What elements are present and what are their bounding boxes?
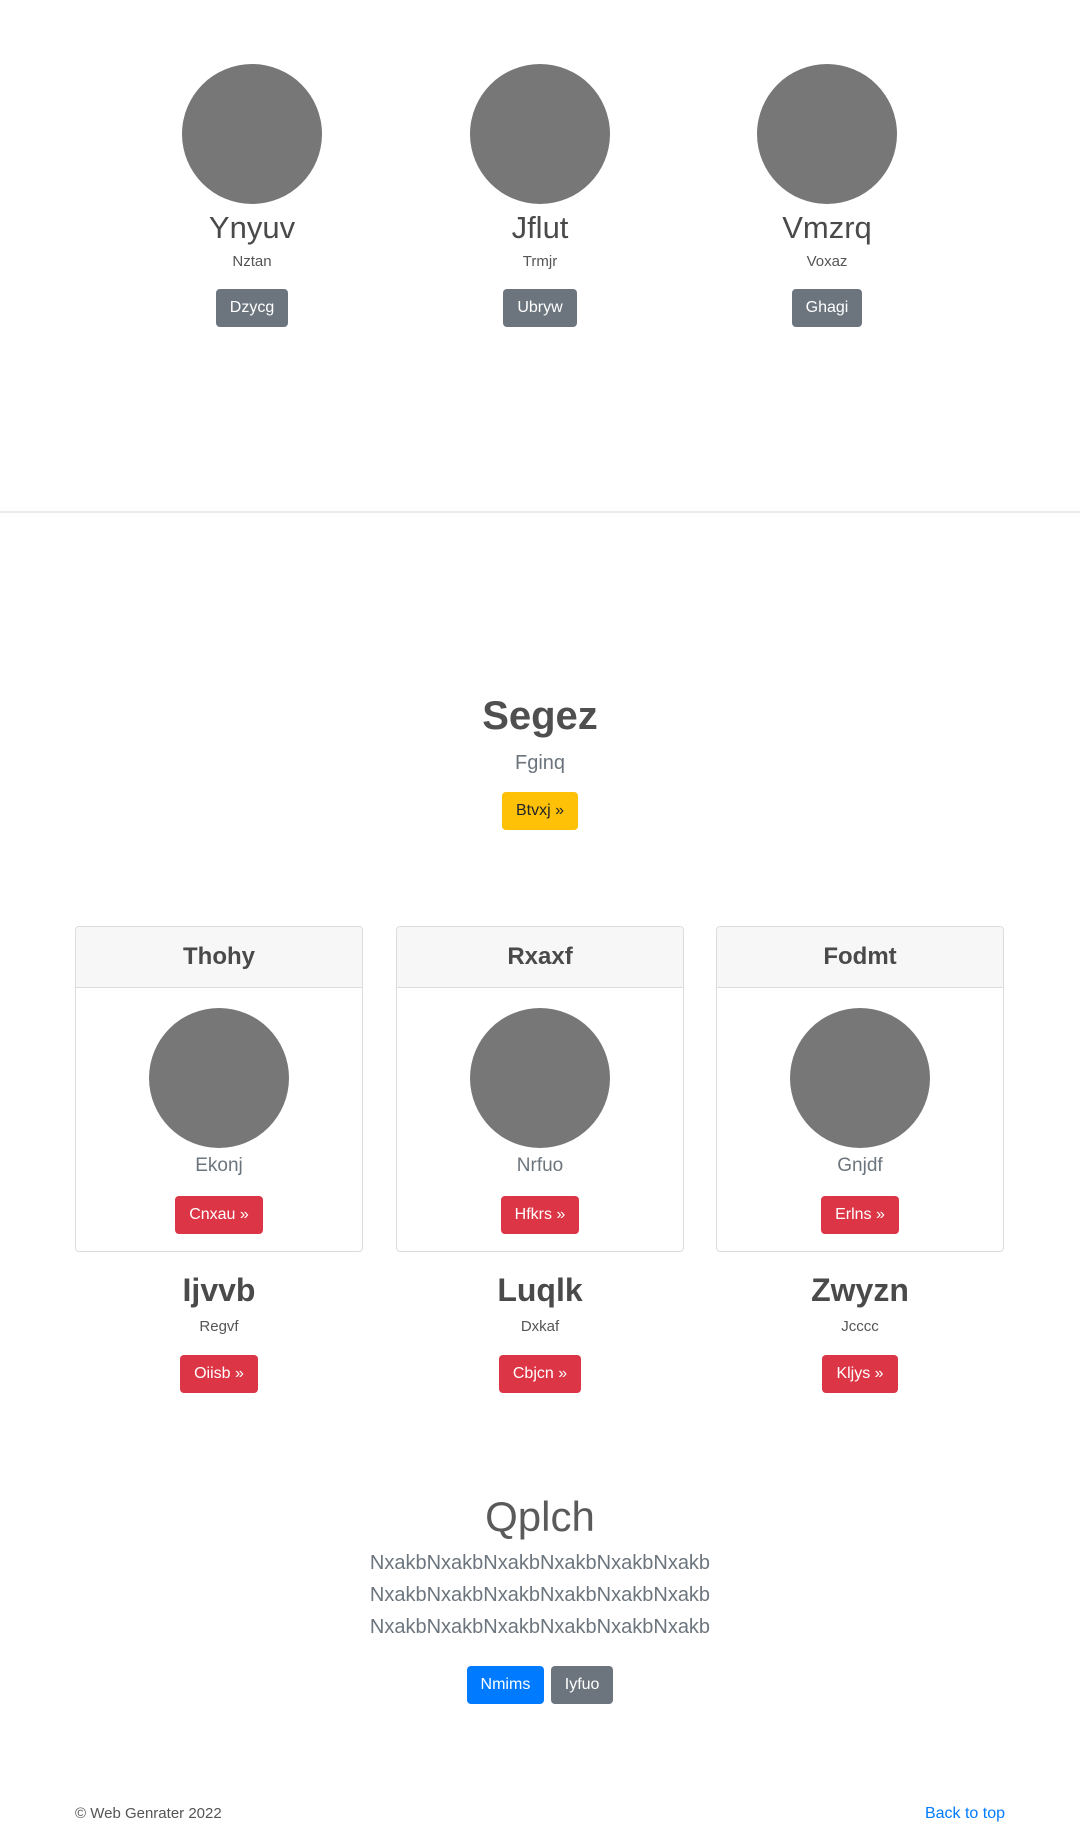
card: Fodmt Gnjdf Erlns » xyxy=(716,926,1004,1252)
card-header: Fodmt xyxy=(717,927,1003,988)
hero-button[interactable]: Btvxj » xyxy=(501,792,578,830)
card-button[interactable]: Erlns » xyxy=(821,1196,899,1234)
card-header: Thohy xyxy=(76,927,362,988)
card-button[interactable]: Hfkrs » xyxy=(500,1196,580,1234)
team-member-role: Trmjr xyxy=(522,253,558,270)
hero-title: Segez xyxy=(482,694,598,738)
avatar-placeholder xyxy=(149,1008,289,1148)
feature: Ijvvb Regvf Oiisb » xyxy=(75,1270,363,1393)
jumbotron-title: Qplch xyxy=(485,1493,595,1540)
avatar-placeholder xyxy=(790,1008,930,1148)
team-member-role: Voxaz xyxy=(806,253,848,270)
feature-button[interactable]: Oiisb » xyxy=(180,1355,258,1393)
card-text: Gnjdf xyxy=(837,1155,883,1176)
jumbotron-line: NxakbNxakbNxakbNxakbNxakbNxakb xyxy=(369,1584,711,1606)
team-member-name: Jflut xyxy=(511,210,569,245)
avatar-placeholder xyxy=(757,64,897,204)
hero-subtitle: Fginq xyxy=(514,752,566,774)
team-member-button[interactable]: Ghagi xyxy=(791,289,863,327)
team-member-button[interactable]: Dzycg xyxy=(215,289,289,327)
team-member-role: Nztan xyxy=(232,253,272,270)
card-text: Ekonj xyxy=(195,1155,243,1176)
feature-button[interactable]: Kljys » xyxy=(822,1355,898,1393)
team-member: Jflut Trmjr Ubryw xyxy=(420,64,660,327)
page: Ynyuv Nztan Dzycg Jflut Trmjr Ubryw Vmzr… xyxy=(0,0,1080,1826)
feature: Zwyzn Jcccc Kljys » xyxy=(716,1270,1004,1393)
jumbotron-line: NxakbNxakbNxakbNxakbNxakbNxakb xyxy=(369,1552,711,1574)
card: Rxaxf Nrfuo Hfkrs » xyxy=(396,926,684,1252)
hero-section: Segez Fginq Btvxj » xyxy=(0,688,1080,830)
section-divider xyxy=(0,511,1080,513)
card-button[interactable]: Cnxau » xyxy=(175,1196,263,1234)
jumbotron: Qplch NxakbNxakbNxakbNxakbNxakbNxakb Nxa… xyxy=(0,1488,1080,1704)
team-member-button[interactable]: Ubryw xyxy=(503,289,577,327)
team-member-name: Vmzrq xyxy=(782,210,872,245)
footer: © Web Genrater 2022 Back to top xyxy=(75,1804,1005,1826)
avatar-placeholder xyxy=(470,1008,610,1148)
team-section: Ynyuv Nztan Dzycg Jflut Trmjr Ubryw Vmzr… xyxy=(0,64,1080,364)
team-member: Vmzrq Voxaz Ghagi xyxy=(707,64,947,327)
feature-subtitle: Regvf xyxy=(199,1318,239,1335)
secondary-button[interactable]: Iyfuo xyxy=(550,1666,614,1704)
feature-subtitle: Dxkaf xyxy=(520,1318,560,1335)
back-to-top-link[interactable]: Back to top xyxy=(925,1804,1005,1824)
card-text: Nrfuo xyxy=(516,1155,564,1176)
card-header: Rxaxf xyxy=(397,927,683,988)
feature-title: Luqlk xyxy=(497,1272,583,1308)
avatar-placeholder xyxy=(470,64,610,204)
primary-button[interactable]: Nmims xyxy=(466,1666,545,1704)
feature-title: Ijvvb xyxy=(182,1272,256,1308)
feature-button[interactable]: Cbjcn » xyxy=(498,1355,582,1393)
feature: Luqlk Dxkaf Cbjcn » xyxy=(396,1270,684,1393)
team-member: Ynyuv Nztan Dzycg xyxy=(132,64,372,327)
jumbotron-buttons: Nmims Iyfuo xyxy=(0,1666,1080,1704)
jumbotron-line: NxakbNxakbNxakbNxakbNxakbNxakb xyxy=(369,1616,711,1638)
card: Thohy Ekonj Cnxau » xyxy=(75,926,363,1252)
footer-copyright: © Web Genrater 2022 xyxy=(75,1805,222,1822)
feature-title: Zwyzn xyxy=(811,1272,909,1308)
avatar-placeholder xyxy=(182,64,322,204)
feature-subtitle: Jcccc xyxy=(841,1318,879,1335)
team-member-name: Ynyuv xyxy=(208,210,296,245)
